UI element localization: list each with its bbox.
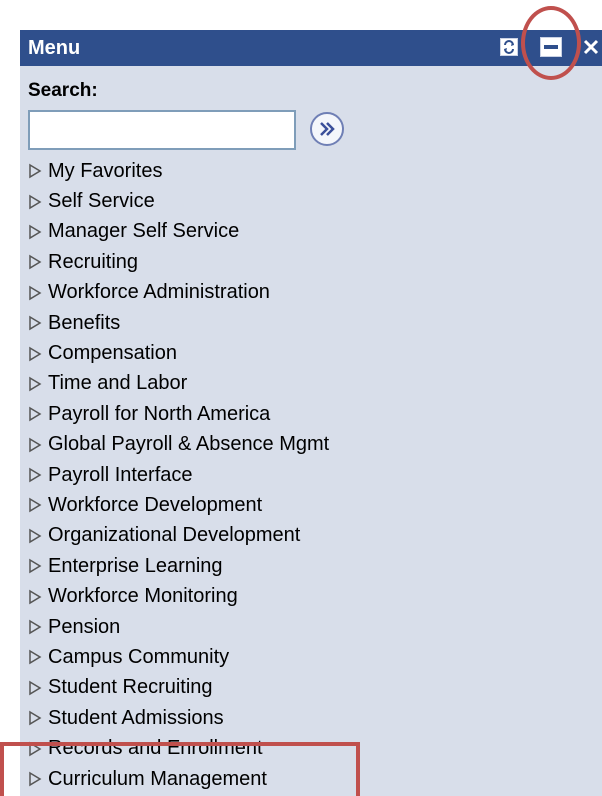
expand-triangle-icon: [29, 437, 42, 453]
menu-item-label: Self Service: [48, 190, 155, 213]
menu-item[interactable]: Workforce Development: [28, 490, 329, 520]
expand-triangle-icon: [29, 498, 42, 513]
menu-item[interactable]: Self Service: [28, 186, 329, 216]
menu-item-label: Payroll for North America: [48, 402, 271, 425]
menu-item-label: Workforce Development: [48, 493, 263, 516]
double-chevron-right-icon: [320, 122, 335, 136]
menu-item[interactable]: Student Recruiting: [28, 673, 329, 703]
menu-item-label: Workforce Monitoring: [48, 585, 238, 608]
expand-triangle-icon: [29, 467, 42, 483]
menu-item[interactable]: Recruiting: [28, 247, 329, 277]
menu-item-label: Enterprise Learning: [48, 554, 223, 577]
menu-item[interactable]: Time and Labor: [28, 369, 329, 399]
menu-item[interactable]: Enterprise Learning: [28, 551, 329, 581]
expand-triangle-icon: [29, 224, 42, 240]
expand-triangle-icon: [29, 346, 42, 361]
refresh-icon: [504, 40, 514, 54]
menu-item-label: Recruiting: [48, 250, 139, 273]
search-input[interactable]: [28, 110, 296, 150]
expand-triangle-icon: [29, 680, 42, 696]
menu-item-label: Payroll Interface: [48, 463, 193, 486]
menu-panel: Menu Search: My Favorites Self Service M…: [20, 30, 602, 796]
close-icon: [583, 39, 599, 55]
menu-title: Menu: [28, 37, 81, 59]
expand-triangle-icon: [29, 163, 42, 179]
expand-triangle-icon: [29, 376, 42, 392]
menu-item-label: Global Payroll & Absence Mgmt: [48, 433, 330, 456]
menu-item-label: My Favorites: [48, 159, 163, 182]
menu-item[interactable]: Payroll Interface: [28, 460, 329, 490]
close-button[interactable]: [580, 37, 602, 57]
menu-list: My Favorites Self Service Manager Self Ser…: [28, 156, 329, 794]
expand-triangle-icon: [29, 285, 42, 301]
menu-item[interactable]: Workforce Monitoring: [28, 581, 329, 611]
expand-triangle-icon: [29, 589, 42, 604]
search-go-button[interactable]: [310, 112, 344, 146]
menu-item[interactable]: Manager Self Service: [28, 217, 329, 247]
menu-item[interactable]: Organizational Development: [28, 521, 329, 551]
expand-triangle-icon: [29, 710, 42, 726]
menu-item-label: Compensation: [48, 342, 177, 365]
menu-item[interactable]: Pension: [28, 612, 329, 642]
menu-item[interactable]: Workforce Administration: [28, 278, 329, 308]
expand-triangle-icon: [29, 255, 42, 270]
refresh-button[interactable]: [500, 38, 518, 56]
menu-item[interactable]: My Favorites: [28, 156, 329, 186]
expand-triangle-icon: [29, 406, 42, 422]
menu-item-label: Organizational Development: [48, 524, 301, 547]
menu-item[interactable]: Compensation: [28, 338, 329, 368]
menu-item-label: Benefits: [48, 311, 121, 334]
menu-item[interactable]: Campus Community: [28, 642, 329, 672]
menu-item-label: Time and Labor: [48, 372, 188, 395]
annotation-rectangle: [0, 742, 360, 796]
menu-item[interactable]: Payroll for North America: [28, 399, 329, 429]
expand-triangle-icon: [29, 194, 42, 209]
expand-triangle-icon: [29, 650, 42, 665]
menu-item[interactable]: Benefits: [28, 308, 329, 338]
menu-item-label: Student Recruiting: [48, 676, 213, 699]
menu-item-label: Student Admissions: [48, 706, 224, 729]
menu-item-label: Pension: [48, 615, 121, 638]
expand-triangle-icon: [29, 528, 42, 544]
menu-titlebar: Menu: [20, 30, 602, 66]
annotation-circle: [521, 6, 581, 80]
menu-item[interactable]: Student Admissions: [28, 703, 329, 733]
menu-item[interactable]: Global Payroll & Absence Mgmt: [28, 430, 329, 460]
expand-triangle-icon: [29, 558, 42, 574]
expand-triangle-icon: [29, 315, 42, 331]
search-label: Search:: [28, 80, 98, 101]
menu-item-label: Campus Community: [48, 645, 230, 668]
menu-item-label: Workforce Administration: [48, 281, 270, 304]
expand-triangle-icon: [29, 619, 42, 635]
menu-item-label: Manager Self Service: [48, 220, 240, 243]
